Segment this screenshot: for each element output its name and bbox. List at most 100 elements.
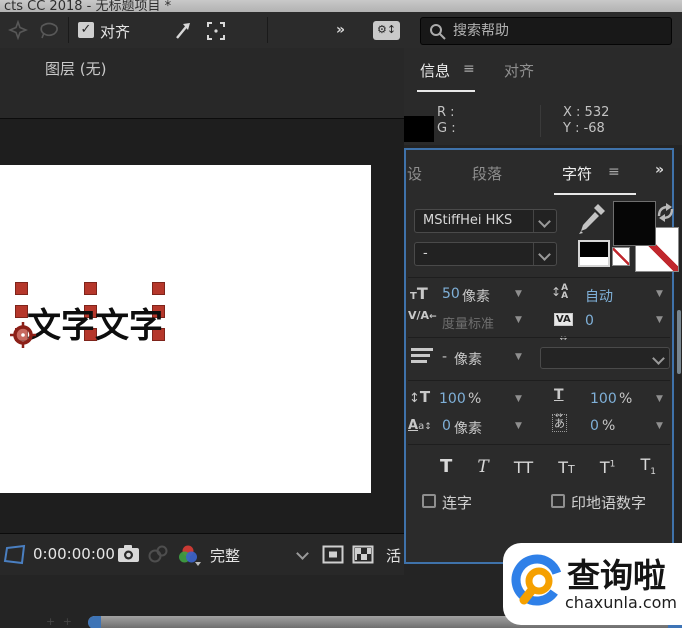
tab-character[interactable]: 字符 [562,163,592,184]
font-size-dropdown-icon[interactable]: ▼ [515,289,522,299]
check-icon: ✓ [81,22,92,37]
tracking-icon: VA ↔ [554,307,573,345]
font-size-icon: TT [410,284,428,303]
row-divider [408,337,670,338]
horizontal-scale-dropdown-icon[interactable]: ▼ [656,394,663,404]
text-layer[interactable]: 文字文字 [27,298,163,347]
no-color-button[interactable] [612,247,630,266]
vertical-scale-dropdown-icon[interactable]: ▼ [515,394,522,404]
toolbar-divider-2 [267,17,268,43]
vertical-scale-unit: % [468,391,481,407]
tsume-dropdown-icon[interactable]: ▼ [656,421,663,431]
vertical-scale-value[interactable]: 100 [439,391,466,407]
all-caps-button[interactable]: TT [514,458,533,477]
row-divider [408,277,670,278]
horizontal-scale-value[interactable]: 100 [590,391,617,407]
toolbar-divider [68,17,69,43]
fill-color-swatch[interactable] [613,201,656,246]
subscript-button[interactable]: T1 [640,455,656,477]
info-panel-menu-icon[interactable]: ≡ [463,61,475,77]
font-size-unit: 像素 [462,286,490,306]
baseline-shift-dropdown-icon[interactable]: ▼ [515,421,522,431]
tsume-value[interactable]: 0 [590,418,599,434]
character-panel-menu-icon[interactable]: ≡ [608,164,620,180]
show-snapshot-icon[interactable] [147,544,169,564]
right-scrollbar-thumb[interactable] [677,310,681,374]
anchor-point-icon[interactable] [8,320,40,352]
row-divider [408,380,670,381]
row-divider [408,444,670,445]
viewer-bottom-bar: 0:00:00:00 完整 [0,533,404,575]
transparency-grid-icon[interactable] [352,545,374,564]
tab-presets-partial[interactable]: 设 [407,163,422,184]
hindi-digits-label: 印地语数字 [571,492,646,513]
swap-fill-stroke-icon[interactable] [655,202,676,223]
watermark-badge: 查询啦 chaxunla.com [503,543,682,625]
leading-dropdown-icon[interactable]: ▼ [656,289,663,299]
faux-bold-button[interactable]: T [440,456,452,477]
default-fill-stroke-button[interactable] [578,240,610,267]
faux-italic-button[interactable]: T [477,457,488,477]
tracking-dropdown-icon[interactable]: ▼ [656,315,663,325]
camera-view-dropdown[interactable]: 活 [386,545,401,566]
tracking-value[interactable]: 0 [585,313,594,329]
selection-handle[interactable] [15,282,28,295]
resolution-chevron-icon[interactable] [296,547,309,560]
target-region-icon[interactable] [322,545,344,564]
tab-paragraph[interactable]: 段落 [472,163,502,184]
ligatures-checkbox[interactable] [422,494,436,508]
scrollbar-left-handle[interactable] [88,616,101,628]
baseline-shift-unit: 像素 [454,418,482,438]
stroke-width-icon [411,348,433,363]
workspace-settings-button[interactable]: ⚙↕ [373,21,400,40]
leading-icon: ↕AA [551,281,568,300]
toolbar-overflow-chevron[interactable]: » [336,22,344,38]
composition-canvas[interactable]: 文字文字 [0,165,371,493]
character-tab-underline [554,193,636,195]
tsume-icon: あ [552,412,567,432]
snap-checkbox[interactable]: ✓ [78,22,94,38]
snapshot-camera-icon[interactable] [117,544,141,564]
kerning-dropdown-icon[interactable]: ▼ [515,315,522,325]
layer-panel-tab[interactable]: 图层 (无) [45,58,106,79]
faux-style-buttons: T T TT TT T1 T1 [440,455,656,477]
character-panel: 设 段落 字符 ≡ » MStiffHei HKS - [404,148,674,564]
info-g-label: G : [437,121,456,136]
search-input[interactable] [451,20,665,42]
show-channel-icon[interactable] [177,543,203,567]
ligatures-label: 连字 [442,492,472,513]
timeline-zoom-marks: + + [46,615,74,628]
timecode[interactable]: 0:00:00:00 [33,545,115,563]
stroke-style-dropdown[interactable] [540,347,670,369]
font-family-value: MStiffHei HKS [423,213,512,228]
corner-brackets-icon[interactable] [206,21,226,41]
sliders-icon: ↕ [387,23,396,36]
composition-viewer-panel: 图层 (无) 文字文字 0:00:00:00 [0,48,405,575]
stroke-width-value[interactable]: - [442,349,447,365]
stroke-width-dropdown-icon[interactable]: ▼ [515,352,522,362]
region-of-interest-icon[interactable] [3,544,27,566]
pucker-tool-icon[interactable] [8,20,28,40]
font-size-value[interactable]: 50 [442,286,460,302]
font-style-dropdown[interactable]: - [414,242,557,266]
eyedropper-icon[interactable] [578,203,606,235]
font-family-dropdown[interactable]: MStiffHei HKS [414,209,557,233]
info-panel: 信息 ≡ 对齐 R : G : X : 532 Y : -68 [404,48,682,145]
tab-align[interactable]: 对齐 [504,60,534,81]
tab-info[interactable]: 信息 [420,60,450,81]
window-title: cts CC 2018 - 无标题项目 * [4,0,171,12]
font-style-value: - [423,246,428,261]
resolution-dropdown[interactable]: 完整 [210,545,240,566]
baseline-shift-value[interactable]: 0 [442,418,451,434]
pin-tool-icon[interactable] [172,20,194,42]
help-search-box[interactable] [420,17,672,45]
small-caps-button[interactable]: TT [558,458,575,477]
leading-value[interactable]: 自动 [585,286,613,306]
kerning-value[interactable]: 度量标准 [442,313,494,332]
selection-handle[interactable] [84,282,97,295]
lasso-tool-icon[interactable] [38,20,60,40]
hindi-digits-checkbox[interactable] [551,494,565,508]
selection-handle[interactable] [152,282,165,295]
superscript-button[interactable]: T1 [600,458,616,477]
panel-overflow-chevron[interactable]: » [655,162,663,178]
